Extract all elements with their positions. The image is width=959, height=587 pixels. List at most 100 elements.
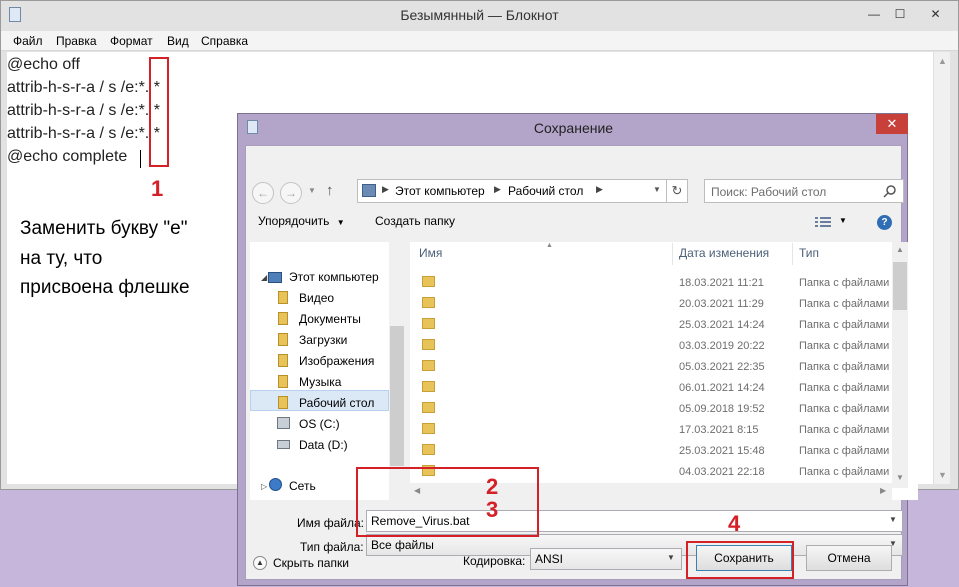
save-dialog: Сохранение ✕ ← → ▼ ↑ ▶ Этот компьютер ▶ … xyxy=(237,113,918,586)
breadcrumb-desktop[interactable]: Рабочий стол xyxy=(508,184,583,198)
code-line: attrib-h-s-r-a / s /e:*. * xyxy=(7,125,160,142)
menu-file[interactable]: Файл xyxy=(13,34,43,48)
tree-item-pictures[interactable]: Изображения xyxy=(299,354,374,368)
row-type: Папка с файлами xyxy=(799,403,890,415)
folder-icon xyxy=(422,276,435,287)
search-box[interactable]: Поиск: Рабочий стол xyxy=(704,179,904,203)
address-bar[interactable]: ▶ Этот компьютер ▶ Рабочий стол ▶ ▼ xyxy=(357,179,673,203)
menu-view[interactable]: Вид xyxy=(167,34,189,48)
scroll-up-arrow-icon[interactable]: ▲ xyxy=(896,245,904,254)
breadcrumb-separator-icon: ▶ xyxy=(382,184,389,194)
row-type: Папка с файлами xyxy=(799,277,890,289)
column-header-type[interactable]: Тип xyxy=(799,246,819,260)
filetype-label: Тип файла: xyxy=(300,540,364,554)
row-type: Папка с файлами xyxy=(799,466,890,478)
encoding-select[interactable]: ANSI ▼ xyxy=(530,548,682,570)
tree-item-documents[interactable]: Документы xyxy=(299,312,361,326)
search-input[interactable]: Поиск: Рабочий стол xyxy=(711,185,826,199)
encoding-dropdown-chevron-icon[interactable]: ▼ xyxy=(667,553,675,562)
encoding-label: Кодировка: xyxy=(463,554,526,568)
row-date: 05.03.2021 22:35 xyxy=(679,361,765,373)
file-list-vertical-scrollbar[interactable]: ▲ ▼ xyxy=(892,242,908,488)
sort-ascending-icon: ▲ xyxy=(546,242,553,249)
music-folder-icon xyxy=(278,375,288,388)
documents-folder-icon xyxy=(278,312,288,325)
highlight-box-save-button xyxy=(686,541,794,579)
code-line: attrib-h-s-r-a / s /e:*. * xyxy=(7,79,160,96)
menu-help[interactable]: Справка xyxy=(201,34,248,48)
highlight-box-drive-letter xyxy=(149,57,169,167)
navigation-pane-scrollbar[interactable] xyxy=(389,242,405,500)
drive-c-icon xyxy=(277,417,290,429)
notepad-titlebar: Безымянный — Блокнот — ☐ ✕ xyxy=(1,1,958,31)
column-divider xyxy=(792,243,793,265)
editor-vertical-scrollbar[interactable]: ▲ ▼ xyxy=(933,52,950,484)
breadcrumb-this-pc[interactable]: Этот компьютер xyxy=(395,184,485,198)
tree-item-videos[interactable]: Видео xyxy=(299,291,334,305)
tree-item-drive-d[interactable]: Data (D:) xyxy=(299,438,348,452)
row-date: 05.09.2018 19:52 xyxy=(679,403,765,415)
menu-format[interactable]: Формат xyxy=(110,34,153,48)
tree-item-drive-c[interactable]: OS (C:) xyxy=(299,417,340,431)
row-date: 25.03.2021 14:24 xyxy=(679,319,765,331)
view-chevron-icon[interactable]: ▼ xyxy=(839,216,847,225)
tree-item-this-pc[interactable]: Этот компьютер xyxy=(289,270,379,284)
address-dropdown-chevron-icon[interactable]: ▼ xyxy=(653,185,661,194)
search-icon[interactable] xyxy=(883,184,897,198)
row-type: Папка с файлами xyxy=(799,298,890,310)
column-header-date[interactable]: Дата изменения xyxy=(679,246,769,260)
tree-item-downloads[interactable]: Загрузки xyxy=(299,333,347,347)
up-arrow-icon[interactable]: ↑ xyxy=(326,182,334,199)
file-list-scroll-thumb[interactable] xyxy=(893,262,907,310)
folder-icon xyxy=(422,339,435,350)
menu-edit[interactable]: Правка xyxy=(56,34,97,48)
forward-arrow-icon[interactable]: → xyxy=(280,182,302,204)
row-type: Папка с файлами xyxy=(799,319,890,331)
view-options-icon[interactable] xyxy=(815,216,831,228)
column-header-name[interactable]: Имя xyxy=(419,246,442,260)
text-cursor xyxy=(140,150,141,168)
navigation-scroll-thumb[interactable] xyxy=(390,326,404,466)
tree-item-network[interactable]: Сеть xyxy=(289,479,316,493)
folder-icon xyxy=(422,444,435,455)
tree-item-music[interactable]: Музыка xyxy=(299,375,341,389)
scroll-up-arrow-icon[interactable]: ▲ xyxy=(938,56,947,66)
back-arrow-icon[interactable]: ← xyxy=(252,182,274,204)
window-title: Безымянный — Блокнот xyxy=(400,7,559,23)
menu-bar: Файл Правка Формат Вид Справка xyxy=(1,31,958,51)
folder-icon xyxy=(422,360,435,371)
refresh-icon[interactable]: ↻ xyxy=(666,179,688,203)
folder-icon xyxy=(422,297,435,308)
filename-dropdown-chevron-icon[interactable]: ▼ xyxy=(889,515,897,524)
row-date: 25.03.2021 15:48 xyxy=(679,445,765,457)
help-icon[interactable]: ? xyxy=(877,215,892,230)
maximize-button[interactable]: ☐ xyxy=(887,1,913,27)
row-type: Папка с файлами xyxy=(799,340,890,352)
column-divider xyxy=(672,243,673,265)
new-folder-button[interactable]: Создать папку xyxy=(375,214,455,228)
hide-folders-button[interactable]: Скрыть папки xyxy=(273,556,349,570)
tree-expand-chevron-icon[interactable]: ◢ xyxy=(261,273,267,282)
minimize-button[interactable]: — xyxy=(861,1,887,27)
dialog-close-button[interactable]: ✕ xyxy=(876,114,908,134)
hide-folders-chevron-icon[interactable]: ▲ xyxy=(253,556,267,570)
scroll-down-arrow-icon[interactable]: ▼ xyxy=(938,470,947,480)
breadcrumb-separator-icon: ▶ xyxy=(596,184,603,194)
tree-collapse-chevron-icon[interactable]: ▷ xyxy=(261,482,267,491)
scroll-down-arrow-icon[interactable]: ▼ xyxy=(896,473,904,482)
organize-button[interactable]: Упорядочить ▼ xyxy=(258,214,345,228)
scroll-right-arrow-icon[interactable]: ▶ xyxy=(880,486,886,495)
dialog-title: Сохранение xyxy=(533,120,614,136)
cancel-button[interactable]: Отмена xyxy=(806,545,892,571)
folder-icon xyxy=(422,423,435,434)
highlight-box-filename-filetype xyxy=(356,467,539,537)
close-button[interactable]: ✕ xyxy=(913,1,958,27)
row-date: 03.03.2019 20:22 xyxy=(679,340,765,352)
folder-icon xyxy=(422,318,435,329)
filename-label: Имя файла: xyxy=(297,516,364,530)
code-line: @echo complete xyxy=(7,148,128,165)
hint-text-line: на ту, что xyxy=(20,248,103,269)
row-type: Папка с файлами xyxy=(799,424,890,436)
recent-locations-chevron-icon[interactable]: ▼ xyxy=(308,186,316,195)
tree-item-desktop[interactable]: Рабочий стол xyxy=(299,396,374,410)
